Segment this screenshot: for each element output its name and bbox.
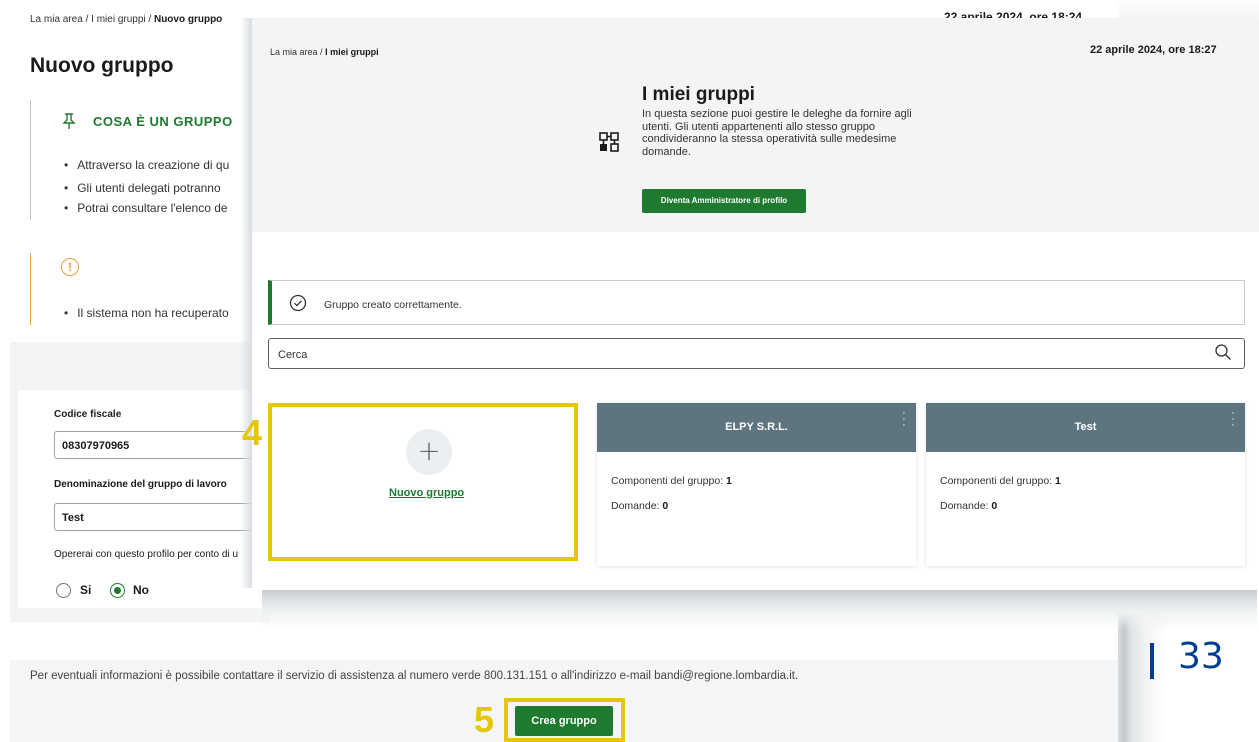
become-admin-button[interactable]: Diventa Amministratore di profilo — [642, 189, 806, 213]
search-placeholder: Cerca — [278, 349, 308, 361]
groups-page-panel: La mia area / I miei gruppi 22 aprile 20… — [252, 18, 1259, 590]
breadcrumb-current: Nuovo gruppo — [153, 14, 223, 25]
section-background — [10, 608, 270, 622]
slide-number-bar — [1150, 643, 1154, 679]
denominazione-label: Denominazione del gruppo di lavoro — [54, 479, 227, 490]
more-vertical-icon[interactable]: · · · — [1231, 408, 1235, 431]
step-number: 5 — [474, 699, 495, 740]
page-title: I miei gruppi — [642, 84, 755, 105]
section-background — [10, 390, 18, 622]
group-domande: Domande: 0 — [611, 500, 669, 512]
breadcrumb-item[interactable]: I miei gruppi — [91, 14, 145, 25]
alert-message: Gruppo creato correttamente. — [324, 299, 462, 311]
groups-icon — [599, 132, 619, 156]
search-icon[interactable] — [1214, 343, 1232, 361]
more-vertical-icon[interactable]: · · · — [902, 408, 906, 431]
check-circle-icon — [289, 294, 307, 312]
info-item: Attraverso la creazione di qu — [64, 158, 229, 172]
warning-icon: ! — [61, 258, 79, 276]
pin-icon — [62, 113, 76, 133]
codice-fiscale-label: Codice fiscale — [54, 409, 122, 420]
radio-si[interactable] — [56, 583, 71, 598]
group-components: Componenti del gruppo: 1 — [611, 475, 732, 487]
group-components: Componenti del gruppo: 1 — [940, 475, 1061, 487]
radio-no[interactable] — [110, 583, 125, 598]
breadcrumb-current: I miei gruppi — [325, 47, 379, 57]
opererai-label: Opererai con questo profilo per conto di… — [54, 549, 238, 560]
page-title: Nuovo gruppo — [30, 54, 174, 77]
group-card[interactable]: ELPY S.R.L. · · · Componenti del gruppo: 1… — [597, 403, 916, 566]
highlight-box — [268, 403, 578, 561]
breadcrumb-item[interactable]: La mia area — [30, 14, 83, 25]
slide-number: 33 — [1178, 636, 1224, 677]
warning-item: Il sistema non ha recuperato — [64, 306, 228, 320]
step-number: 4 — [242, 412, 263, 453]
page-description: In questa sezione puoi gestire le delegh… — [642, 108, 912, 158]
radio-si-label[interactable]: Si — [80, 583, 91, 597]
info-item: Gli utenti delegati potranno — [64, 181, 220, 195]
breadcrumb: La mia area / I miei gruppi — [270, 47, 379, 57]
breadcrumb-item[interactable]: La mia area — [270, 47, 318, 57]
search-input[interactable] — [268, 338, 1245, 369]
group-card-title: ELPY S.R.L. — [597, 403, 916, 452]
breadcrumb: La mia area / I miei gruppi / Nuovo grup… — [30, 14, 223, 25]
footer-text: Per eventuali informazioni è possibile c… — [30, 670, 799, 682]
group-domande: Domande: 0 — [940, 500, 998, 512]
radio-no-label[interactable]: No — [133, 583, 149, 597]
panel-shadow — [240, 18, 252, 588]
section-background — [10, 342, 270, 390]
highlight-box — [504, 698, 625, 742]
date-label: 22 aprile 2024, ore 18:27 — [1090, 44, 1217, 56]
group-card[interactable]: Test · · · Componenti del gruppo: 1 Domand… — [926, 403, 1245, 566]
info-item: Potrai consultare l'elenco de — [64, 201, 227, 215]
info-heading: COSA È UN GRUPPO — [93, 114, 233, 129]
panel-shadow — [262, 590, 1257, 630]
group-card-title: Test — [926, 403, 1245, 452]
